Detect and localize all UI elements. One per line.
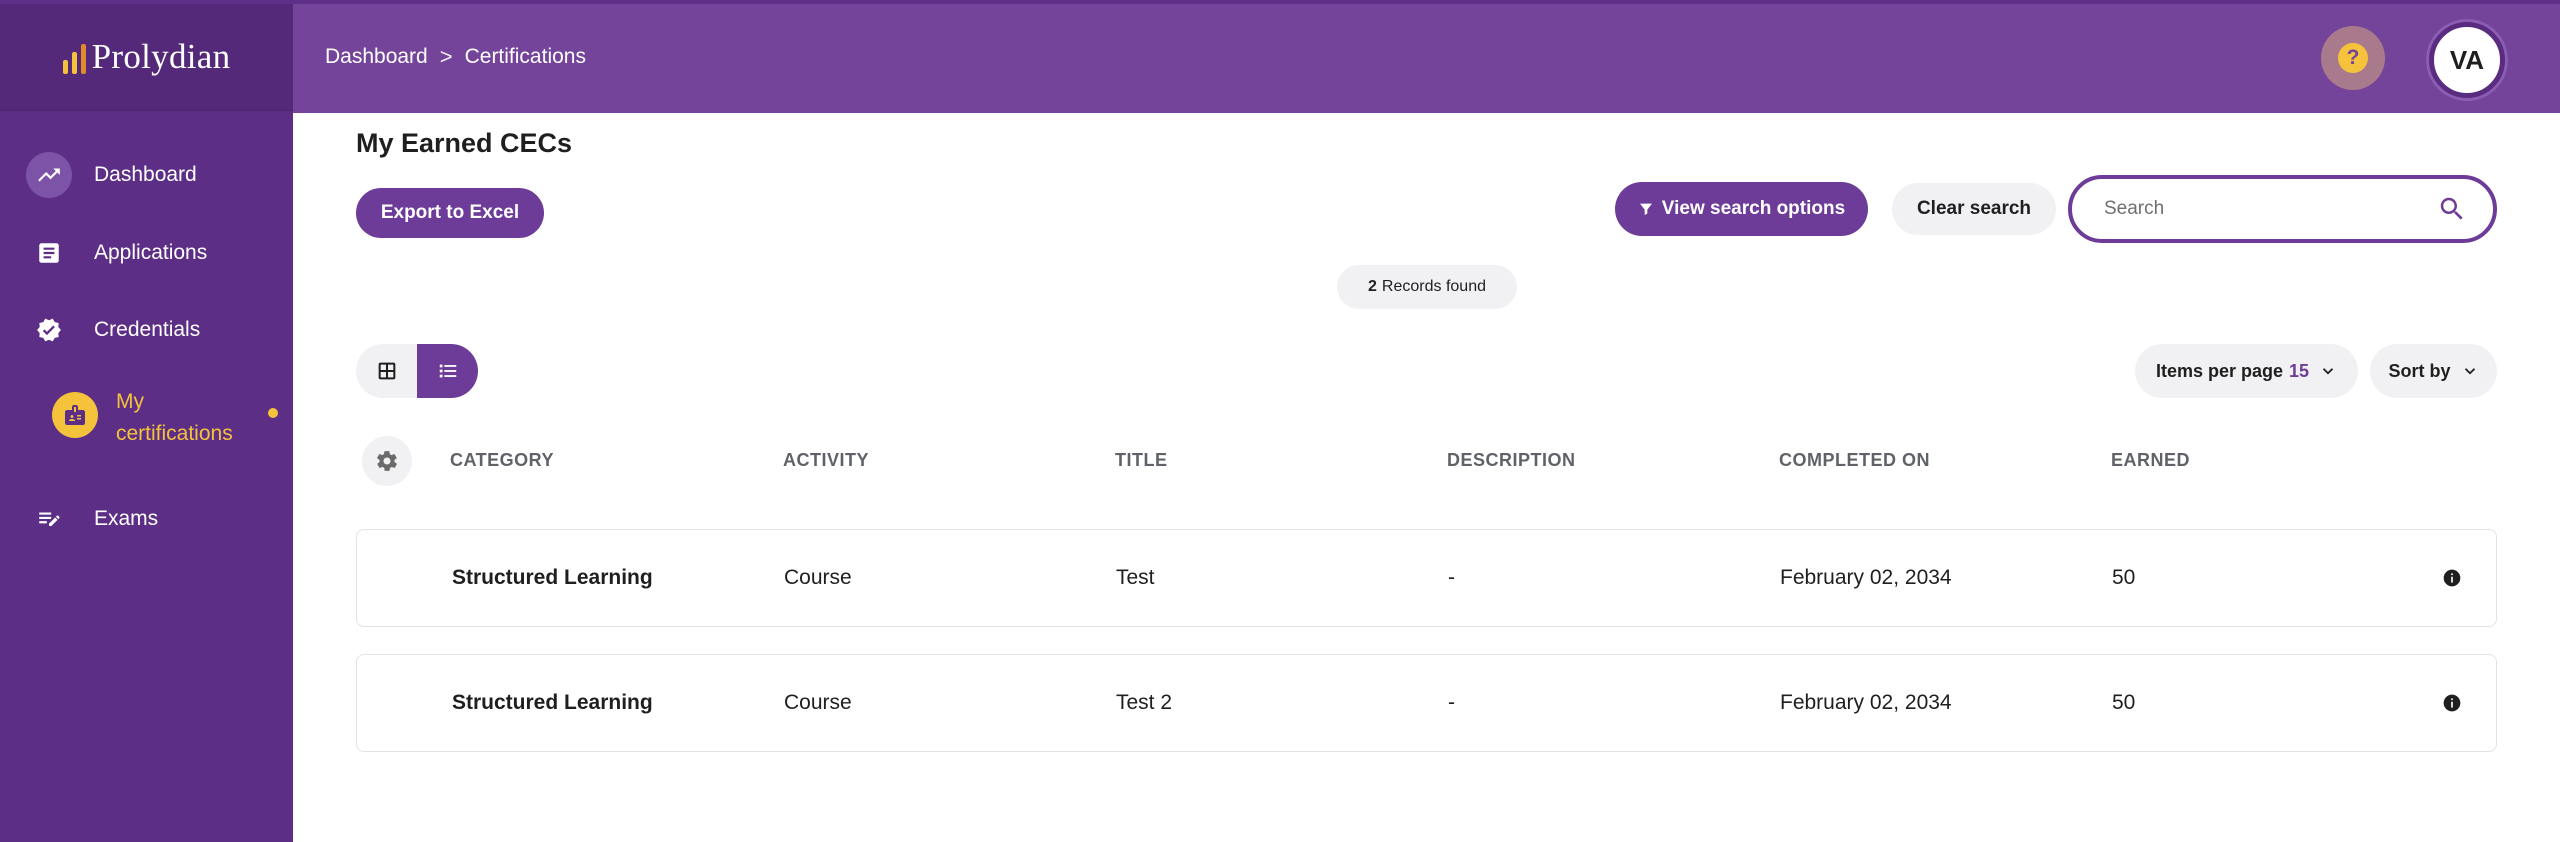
sidebar-item-exams[interactable]: Exams (26, 496, 158, 542)
sidebar-item-label: Credentials (94, 318, 201, 341)
logo[interactable]: Prolydian (62, 37, 231, 77)
gear-icon (377, 451, 397, 471)
info-icon (2443, 694, 2461, 712)
records-count: 2 (1368, 278, 1377, 295)
column-header-completed-on[interactable]: COMPLETED ON (1779, 450, 1930, 471)
items-per-page-label: Items per page (2155, 360, 2283, 381)
breadcrumb-certifications: Certifications (464, 45, 586, 68)
sidebar-item-applications[interactable]: Applications (26, 230, 207, 276)
sidebar-item-dashboard[interactable]: Dashboard (26, 152, 197, 198)
sidebar-item-label: Dashboard (94, 163, 197, 186)
records-found-badge: 2 Records found (1337, 265, 1517, 309)
cell-description: - (1448, 566, 1455, 589)
view-search-options-label: View search options (1661, 198, 1846, 219)
records-label: Records found (1381, 278, 1486, 295)
sidebar: Prolydian Dashboard Applications Credent… (0, 4, 293, 842)
logo-area: Prolydian (0, 4, 293, 111)
search-icon[interactable] (2437, 194, 2467, 224)
info-button[interactable] (2440, 691, 2464, 715)
active-indicator-dot (268, 408, 278, 418)
help-button[interactable]: ? (2321, 26, 2385, 90)
badge-icon (52, 392, 98, 438)
chevron-right-icon: > (439, 44, 453, 69)
list-view-button[interactable] (417, 344, 478, 398)
trending-up-icon (26, 152, 72, 198)
search-box (2068, 175, 2497, 243)
cell-category: Structured Learning (452, 691, 653, 714)
cell-earned: 50 (2112, 691, 2136, 714)
breadcrumb-dashboard[interactable]: Dashboard (325, 45, 428, 69)
verified-badge-icon (26, 307, 72, 353)
list-icon (439, 364, 456, 378)
info-icon (2443, 569, 2461, 587)
top-header: Dashboard > Certifications ? VA (293, 4, 2560, 113)
cell-activity: Course (784, 566, 852, 589)
cell-activity: Course (784, 691, 852, 714)
view-search-options-button[interactable]: View search options (1615, 182, 1868, 236)
sort-by-dropdown[interactable]: Sort by (2370, 344, 2497, 398)
view-mode-toggle (356, 344, 478, 398)
export-to-excel-button[interactable]: Export to Excel (356, 188, 544, 238)
cell-category: Structured Learning (452, 566, 653, 589)
items-per-page-value: 15 (2289, 360, 2310, 381)
cell-title: Test (1116, 566, 1155, 589)
sidebar-sub-label: My certifications (116, 386, 233, 450)
table-row[interactable]: Structured Learning Course Test - Februa… (356, 529, 2497, 627)
logo-mark-icon (62, 40, 86, 74)
cell-description: - (1448, 691, 1455, 714)
page-title: My Earned CECs (356, 128, 573, 158)
edit-list-icon (26, 496, 72, 542)
logo-text: Prolydian (91, 37, 231, 76)
chevron-down-icon (2322, 368, 2334, 375)
breadcrumb: Dashboard > Certifications (325, 44, 586, 70)
column-header-earned[interactable]: EARNED (2111, 450, 2190, 471)
column-header-description[interactable]: DESCRIPTION (1447, 450, 1576, 471)
cell-completed-on: February 02, 2034 (1780, 566, 1952, 589)
items-per-page-dropdown[interactable]: Items per page 15 (2135, 344, 2358, 398)
filter-icon (1639, 203, 1652, 215)
sidebar-item-label: Exams (94, 507, 159, 530)
column-settings-button[interactable] (362, 436, 412, 486)
column-header-category[interactable]: CATEGORY (450, 450, 554, 471)
grid-view-button[interactable] (356, 344, 417, 398)
column-header-title[interactable]: TITLE (1115, 450, 1168, 471)
cell-title: Test 2 (1116, 691, 1173, 714)
avatar[interactable]: VA (2429, 22, 2505, 98)
grid-icon (378, 362, 395, 380)
sidebar-sub-label-line1: My (116, 390, 144, 413)
search-input[interactable] (2104, 198, 2437, 220)
info-button[interactable] (2440, 566, 2464, 590)
chevron-down-icon (2464, 368, 2475, 375)
clear-search-button[interactable]: Clear search (1892, 183, 2056, 235)
table-row[interactable]: Structured Learning Course Test 2 - Febr… (356, 654, 2497, 752)
sidebar-item-label: Applications (94, 241, 208, 264)
column-header-activity[interactable]: ACTIVITY (783, 450, 869, 471)
cell-earned: 50 (2112, 566, 2136, 589)
document-icon (26, 230, 72, 276)
sidebar-item-my-certifications[interactable]: My certifications (52, 386, 278, 450)
sidebar-item-credentials[interactable]: Credentials (26, 307, 200, 353)
cell-completed-on: February 02, 2034 (1780, 691, 1952, 714)
sidebar-sub-label-line2: certifications (116, 422, 233, 445)
sort-by-label: Sort by (2388, 360, 2451, 381)
question-mark-icon: ? (2338, 43, 2368, 73)
